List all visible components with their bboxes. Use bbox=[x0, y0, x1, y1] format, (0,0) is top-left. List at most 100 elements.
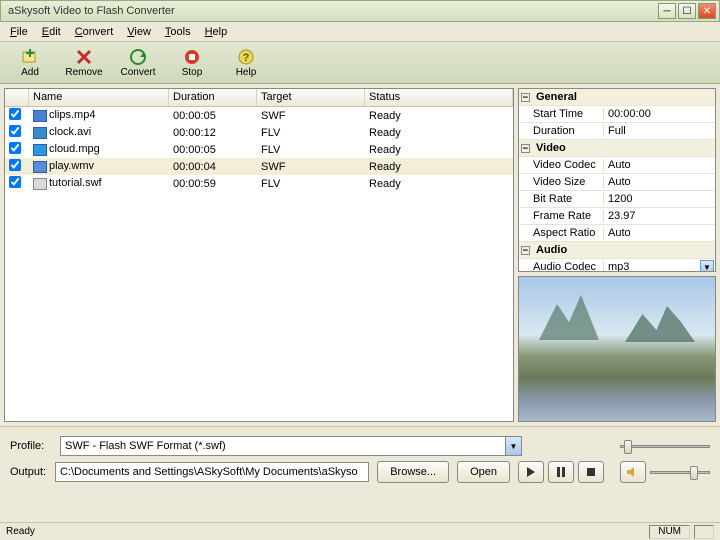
toolbar: AddRemoveConvertStop?Help bbox=[0, 42, 720, 84]
prop-key: Aspect Ratio bbox=[519, 227, 603, 239]
convert-button[interactable]: Convert bbox=[114, 44, 162, 82]
file-status: Ready bbox=[365, 143, 513, 157]
bottom-panel: Profile: SWF - Flash SWF Format (*.swf) … bbox=[0, 426, 720, 491]
file-icon bbox=[33, 127, 47, 139]
prop-key: Frame Rate bbox=[519, 210, 603, 222]
row-checkbox[interactable] bbox=[9, 142, 21, 154]
file-duration: 00:00:12 bbox=[169, 126, 257, 140]
menu-tools[interactable]: Tools bbox=[159, 24, 197, 40]
menu-convert[interactable]: Convert bbox=[69, 24, 120, 40]
file-list: Name Duration Target Status clips.mp4 00:… bbox=[4, 88, 514, 422]
table-row[interactable]: clock.avi00:00:12FLVReady bbox=[5, 124, 513, 141]
status-num: NUM bbox=[649, 525, 690, 539]
output-path[interactable]: C:\Documents and Settings\ASkySoft\My Do… bbox=[55, 462, 369, 482]
stop-icon bbox=[183, 48, 201, 66]
file-target: FLV bbox=[257, 143, 365, 157]
file-target: FLV bbox=[257, 126, 365, 140]
pause-button[interactable] bbox=[548, 461, 574, 483]
table-row[interactable]: clips.mp400:00:05SWFReady bbox=[5, 107, 513, 124]
table-row[interactable]: cloud.mpg00:00:05FLVReady bbox=[5, 141, 513, 158]
menu-help[interactable]: Help bbox=[199, 24, 234, 40]
prop-value[interactable]: Auto bbox=[603, 227, 715, 239]
profile-combo[interactable]: SWF - Flash SWF Format (*.swf) ▼ bbox=[60, 436, 522, 456]
menu-view[interactable]: View bbox=[121, 24, 157, 40]
row-checkbox[interactable] bbox=[9, 176, 21, 188]
prop-group-video[interactable]: −Video bbox=[519, 140, 715, 157]
file-duration: 00:00:04 bbox=[169, 160, 257, 174]
prop-row[interactable]: Frame Rate23.97 bbox=[519, 208, 715, 225]
prop-value[interactable]: 1200 bbox=[603, 193, 715, 205]
prop-value[interactable]: 00:00:00 bbox=[603, 108, 715, 120]
prop-value[interactable]: 23.97 bbox=[603, 210, 715, 222]
minimize-button[interactable]: ─ bbox=[658, 3, 676, 19]
file-name: tutorial.swf bbox=[49, 177, 102, 189]
help-icon: ? bbox=[237, 48, 255, 66]
file-icon bbox=[33, 178, 47, 190]
table-row[interactable]: play.wmv00:00:04SWFReady bbox=[5, 158, 513, 175]
file-duration: 00:00:05 bbox=[169, 109, 257, 123]
profile-label: Profile: bbox=[10, 440, 52, 452]
column-status[interactable]: Status bbox=[365, 89, 513, 106]
prop-row[interactable]: DurationFull bbox=[519, 123, 715, 140]
prop-value[interactable]: Auto bbox=[603, 159, 715, 171]
prop-value[interactable]: Auto bbox=[603, 176, 715, 188]
maximize-button[interactable]: ☐ bbox=[678, 3, 696, 19]
browse-button[interactable]: Browse... bbox=[377, 461, 449, 483]
prop-value[interactable]: Full bbox=[603, 125, 715, 137]
column-target[interactable]: Target bbox=[257, 89, 365, 106]
row-checkbox[interactable] bbox=[9, 159, 21, 171]
chevron-down-icon[interactable]: ▼ bbox=[505, 437, 521, 455]
volume-slider[interactable] bbox=[650, 464, 710, 480]
window-title: aSkysoft Video to Flash Converter bbox=[4, 5, 658, 17]
prop-key: Bit Rate bbox=[519, 193, 603, 205]
collapse-icon[interactable]: − bbox=[521, 93, 530, 102]
row-checkbox[interactable] bbox=[9, 108, 21, 120]
collapse-icon[interactable]: − bbox=[521, 144, 530, 153]
file-icon bbox=[33, 144, 47, 156]
volume-button[interactable] bbox=[620, 461, 646, 483]
menu-file[interactable]: File bbox=[4, 24, 34, 40]
column-name[interactable]: Name bbox=[29, 89, 169, 106]
prop-row[interactable]: Video SizeAuto bbox=[519, 174, 715, 191]
table-row[interactable]: tutorial.swf00:00:59FLVReady bbox=[5, 175, 513, 192]
prop-group-general[interactable]: −General bbox=[519, 89, 715, 106]
column-duration[interactable]: Duration bbox=[169, 89, 257, 106]
menu-edit[interactable]: Edit bbox=[36, 24, 67, 40]
prop-key: Audio Codec bbox=[519, 261, 603, 272]
prop-key: Video Size bbox=[519, 176, 603, 188]
preview-pane bbox=[518, 276, 716, 422]
svg-text:?: ? bbox=[243, 52, 250, 64]
file-icon bbox=[33, 161, 47, 173]
prop-row[interactable]: Aspect RatioAuto bbox=[519, 225, 715, 242]
profile-value: SWF - Flash SWF Format (*.swf) bbox=[65, 440, 226, 452]
collapse-icon[interactable]: − bbox=[521, 246, 530, 255]
file-icon bbox=[33, 110, 47, 122]
prop-row[interactable]: Bit Rate1200 bbox=[519, 191, 715, 208]
chevron-down-icon[interactable]: ▼ bbox=[700, 260, 714, 272]
prop-group-audio[interactable]: −Audio bbox=[519, 242, 715, 259]
play-button[interactable] bbox=[518, 461, 544, 483]
remove-button[interactable]: Remove bbox=[60, 44, 108, 82]
table-header: Name Duration Target Status bbox=[5, 89, 513, 107]
file-target: SWF bbox=[257, 160, 365, 174]
row-checkbox[interactable] bbox=[9, 125, 21, 137]
menubar: FileEditConvertViewToolsHelp bbox=[0, 22, 720, 42]
open-button[interactable]: Open bbox=[457, 461, 510, 483]
stop-button[interactable]: Stop bbox=[168, 44, 216, 82]
prop-row[interactable]: Start Time00:00:00 bbox=[519, 106, 715, 123]
stop-button[interactable] bbox=[578, 461, 604, 483]
statusbar: Ready NUM bbox=[0, 522, 720, 540]
prop-row[interactable]: Video CodecAuto bbox=[519, 157, 715, 174]
prop-value[interactable]: mp3▼ bbox=[603, 261, 715, 272]
prop-row[interactable]: Audio Codecmp3▼ bbox=[519, 259, 715, 272]
status-cell bbox=[694, 525, 714, 539]
close-button[interactable]: ✕ bbox=[698, 3, 716, 19]
add-button[interactable]: Add bbox=[6, 44, 54, 82]
seek-slider[interactable] bbox=[620, 438, 710, 454]
file-name: clips.mp4 bbox=[49, 109, 95, 121]
file-name: cloud.mpg bbox=[49, 143, 100, 155]
help-button[interactable]: ?Help bbox=[222, 44, 270, 82]
column-checkbox[interactable] bbox=[5, 89, 29, 106]
file-status: Ready bbox=[365, 109, 513, 123]
file-duration: 00:00:59 bbox=[169, 177, 257, 191]
